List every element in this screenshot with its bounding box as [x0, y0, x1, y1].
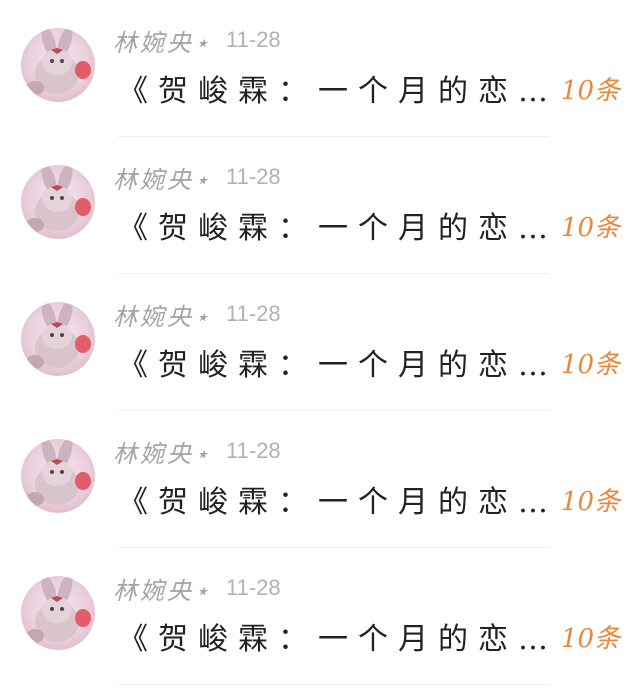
message-preview: 《贺峻霖：一个月的恋… — [118, 211, 548, 246]
plush-bunny-avatar-icon[interactable] — [21, 576, 95, 650]
plush-bunny-avatar-icon[interactable] — [21, 28, 95, 102]
conversation-meta: 林婉央⋆ 11-28 — [113, 163, 281, 194]
conversation-item[interactable]: 林婉央⋆ 11-28 《贺峻霖：一个月的恋… 10条 — [0, 0, 640, 137]
message-preview: 《贺峻霖：一个月的恋… — [118, 74, 548, 109]
timestamp: 11-28 — [226, 438, 281, 463]
conversation-item[interactable]: 林婉央⋆ 11-28 《贺峻霖：一个月的恋… 10条 — [0, 548, 640, 685]
message-count: 10条 — [561, 487, 621, 517]
plush-bunny-avatar-icon[interactable] — [21, 302, 95, 376]
message-preview: 《贺峻霖：一个月的恋… — [118, 348, 548, 383]
timestamp: 11-28 — [226, 575, 281, 600]
username: 林婉央⋆ — [113, 576, 213, 605]
username: 林婉央⋆ — [113, 302, 213, 331]
username: 林婉央⋆ — [113, 28, 213, 57]
timestamp: 11-28 — [226, 164, 281, 189]
conversation-item[interactable]: 林婉央⋆ 11-28 《贺峻霖：一个月的恋… 10条 — [0, 274, 640, 411]
conversation-meta: 林婉央⋆ 11-28 — [113, 26, 281, 57]
conversation-meta: 林婉央⋆ 11-28 — [113, 574, 281, 605]
timestamp: 11-28 — [226, 27, 281, 52]
message-preview: 《贺峻霖：一个月的恋… — [118, 485, 548, 520]
conversation-meta: 林婉央⋆ 11-28 — [113, 437, 281, 468]
timestamp: 11-28 — [226, 301, 281, 326]
username: 林婉央⋆ — [113, 439, 213, 468]
plush-bunny-avatar-icon[interactable] — [21, 439, 95, 513]
message-count: 10条 — [561, 213, 621, 243]
conversation-item[interactable]: 林婉央⋆ 11-28 《贺峻霖：一个月的恋… 10条 — [0, 411, 640, 548]
username: 林婉央⋆ — [113, 165, 213, 194]
message-count: 10条 — [561, 624, 621, 654]
message-count: 10条 — [561, 76, 621, 106]
plush-bunny-avatar-icon[interactable] — [21, 165, 95, 239]
message-preview: 《贺峻霖：一个月的恋… — [118, 622, 548, 657]
message-count: 10条 — [561, 350, 621, 380]
conversation-list: 林婉央⋆ 11-28 《贺峻霖：一个月的恋… 10条 林婉央⋆ 11-28 《贺… — [0, 0, 640, 685]
conversation-item[interactable]: 林婉央⋆ 11-28 《贺峻霖：一个月的恋… 10条 — [0, 137, 640, 274]
divider — [118, 684, 550, 685]
conversation-meta: 林婉央⋆ 11-28 — [113, 300, 281, 331]
